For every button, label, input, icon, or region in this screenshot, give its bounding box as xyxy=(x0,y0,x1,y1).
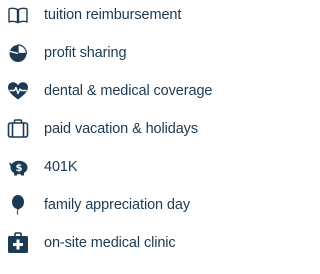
benefit-label: on-site medical clinic xyxy=(44,235,176,251)
benefit-item-on-site-medical-clinic: on-site medical clinic xyxy=(0,230,244,256)
benefit-label: paid vacation & holidays xyxy=(44,121,198,137)
balloon-icon xyxy=(6,194,30,216)
benefit-item-tuition-reimbursement: tuition reimbursement xyxy=(0,2,244,28)
svg-text:$: $ xyxy=(16,163,23,174)
suitcase-icon xyxy=(6,118,30,140)
medical-kit-icon xyxy=(6,232,30,254)
benefit-item-profit-sharing: profit sharing xyxy=(0,40,244,66)
piggy-bank-dollar-icon: $ xyxy=(6,156,30,178)
pie-chart-icon xyxy=(6,42,30,64)
benefit-item-family-appreciation-day: family appreciation day xyxy=(0,192,244,218)
benefit-label: profit sharing xyxy=(44,45,127,61)
benefit-label: family appreciation day xyxy=(44,197,190,213)
benefit-item-paid-vacation-holidays: paid vacation & holidays xyxy=(0,116,244,142)
benefit-label: tuition reimbursement xyxy=(44,7,182,23)
open-book-icon xyxy=(6,4,30,26)
benefit-label: dental & medical coverage xyxy=(44,83,213,99)
benefit-label: 401K xyxy=(44,159,78,175)
benefit-item-dental-medical-coverage: dental & medical coverage xyxy=(0,78,244,104)
benefit-item-401k: $ 401K xyxy=(0,154,244,180)
heart-pulse-icon xyxy=(6,80,30,102)
